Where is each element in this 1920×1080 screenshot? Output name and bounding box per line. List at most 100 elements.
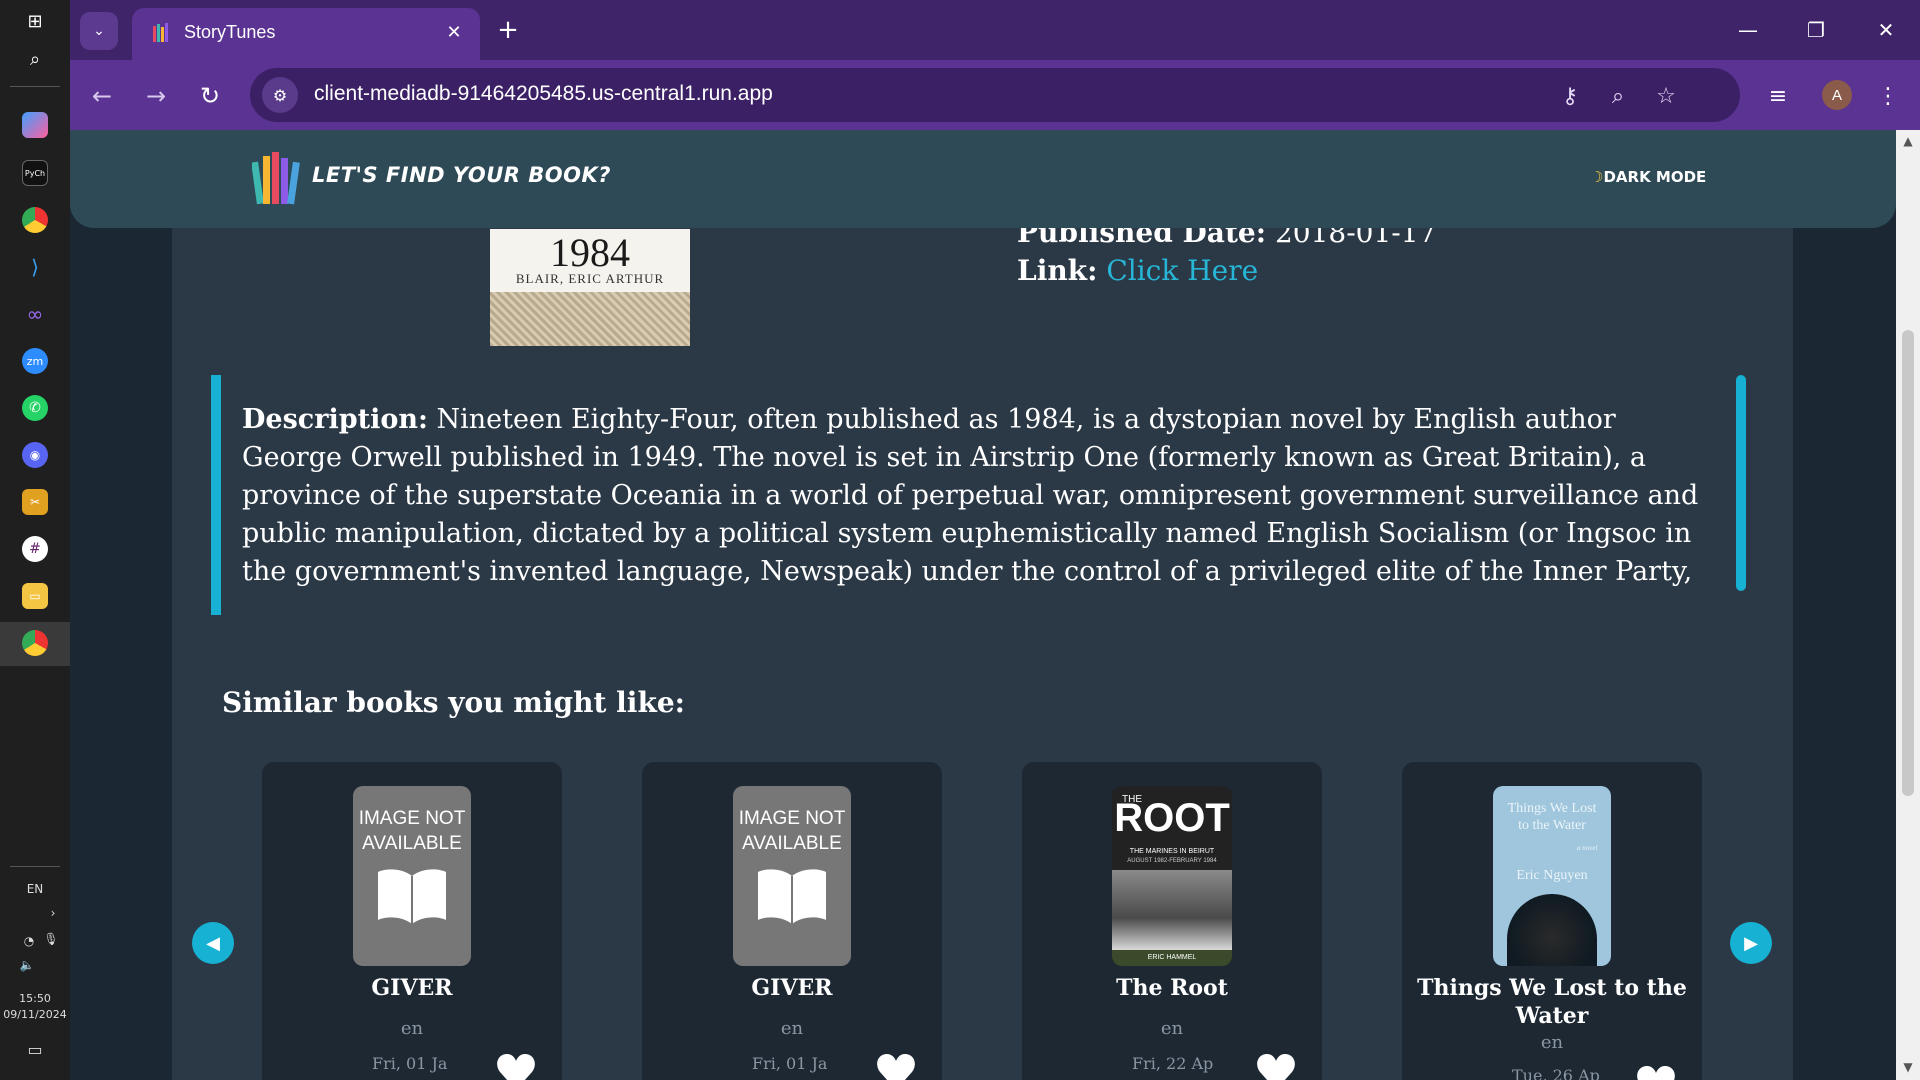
chrome-icon[interactable]	[22, 207, 48, 233]
close-tab-icon[interactable]: ✕	[440, 18, 468, 46]
open-book-icon	[758, 869, 826, 924]
address-bar[interactable]: ⚙ client-mediadb-91464205485.us-central1…	[250, 68, 1740, 122]
book-title: GIVER	[371, 975, 453, 1001]
back-arrow-icon[interactable]: ←	[84, 78, 120, 114]
moon-icon: ☽	[1590, 168, 1604, 186]
cover-title: 1984	[550, 230, 630, 275]
clock-date[interactable]: 09/11/2024	[0, 1008, 70, 1021]
similar-book-card[interactable]: THE ROOT THE MARINES IN BEIRUT AUGUST 19…	[1022, 762, 1322, 1080]
heart-icon[interactable]	[874, 1050, 918, 1080]
description-text: Description: Nineteen Eighty-Four, often…	[242, 401, 1702, 597]
menu-kebab-icon[interactable]: ⋮	[1870, 78, 1906, 114]
close-window-icon[interactable]: ✕	[1866, 14, 1906, 46]
carousel-next-button[interactable]: ▶	[1730, 922, 1772, 964]
similar-book-card[interactable]: IMAGE NOT AVAILABLE GIVER en Fri, 01 Ja	[642, 762, 942, 1080]
book-date: Fri, 01 Ja	[372, 1054, 448, 1073]
heart-icon[interactable]	[1634, 1062, 1678, 1080]
volume-icon[interactable]: 🔈	[0, 958, 62, 972]
browser-chrome: ⌄ StoryTunes ✕ + — ❐ ✕ ← → ↻ ⚙ client-me…	[70, 0, 1920, 130]
page-viewport: 1984 BLAIR, ERIC ARTHUR Published Date: …	[70, 130, 1896, 1080]
cover-mark: a novel	[1577, 844, 1598, 852]
copilot-icon[interactable]	[22, 112, 48, 138]
book-date: Fri, 22 Ap	[1132, 1054, 1214, 1073]
taskbar-divider	[10, 86, 60, 87]
books-logo-icon[interactable]	[252, 148, 300, 208]
taskbar-divider	[10, 866, 60, 867]
slack-icon[interactable]: #	[22, 536, 48, 562]
book-title: The Root	[1116, 975, 1228, 1001]
zoom-icon[interactable]: ⌕	[1602, 80, 1634, 112]
cover-title: Things We Lost to the Water	[1507, 801, 1597, 833]
cover-author: BLAIR, ERIC ARTHUR	[515, 271, 665, 286]
image-not-available-text: IMAGE NOT AVAILABLE	[358, 808, 466, 854]
book-title: Things We Lost to the Water	[1417, 975, 1687, 1029]
site-title[interactable]: LET'S FIND YOUR BOOK?	[312, 163, 611, 187]
description-scrollbar[interactable]	[1736, 375, 1746, 591]
book-language: en	[1540, 1032, 1564, 1053]
discord-icon[interactable]: ◉	[22, 442, 48, 468]
book-cover-image: 1984 BLAIR, ERIC ARTHUR	[490, 229, 690, 346]
image-not-available: IMAGE NOT AVAILABLE	[353, 786, 471, 966]
minimize-icon[interactable]: —	[1728, 14, 1768, 46]
clock-time[interactable]: 15:50	[0, 992, 70, 1005]
click-here-link[interactable]: Click Here	[1106, 254, 1258, 287]
windows-start-icon[interactable]: ⊞	[22, 8, 48, 34]
book-date: Tue, 26 Ap	[1512, 1066, 1600, 1080]
carousel-prev-button[interactable]: ◀	[192, 922, 234, 964]
similar-book-card[interactable]: Things We Lost to the Water a novel Eric…	[1402, 762, 1702, 1080]
whatsapp-icon[interactable]: ✆	[22, 395, 48, 421]
tab-strip: ⌄ StoryTunes ✕ + — ❐ ✕	[70, 0, 1920, 60]
forward-arrow-icon[interactable]: →	[138, 78, 174, 114]
cover-subtitle: THE MARINES IN BEIRUT	[1129, 848, 1215, 855]
reload-icon[interactable]: ↻	[192, 78, 228, 114]
storytunes-favicon-icon	[153, 23, 168, 42]
similar-book-card[interactable]: IMAGE NOT AVAILABLE GIVER en Fri, 01 Ja	[262, 762, 562, 1080]
image-not-available-text: IMAGE NOT AVAILABLE	[738, 808, 846, 854]
book-language: en	[780, 1018, 804, 1039]
visual-studio-icon[interactable]: ∞	[22, 301, 48, 327]
book-language: en	[400, 1018, 424, 1039]
media-control-icon[interactable]: ≡	[1760, 78, 1796, 114]
pycharm-icon[interactable]: PyCh	[22, 160, 48, 186]
heart-icon[interactable]	[1254, 1050, 1298, 1080]
book-date: Fri, 01 Ja	[752, 1054, 828, 1073]
restore-icon[interactable]: ❐	[1796, 14, 1836, 46]
snip-tool-icon[interactable]: ✂	[22, 489, 48, 515]
scroll-up-icon[interactable]: ▲	[1900, 134, 1916, 150]
chrome-active-icon[interactable]	[22, 630, 48, 656]
heart-icon[interactable]	[494, 1050, 538, 1080]
cover-author: Eric Nguyen	[1516, 868, 1588, 883]
open-book-icon	[378, 869, 446, 924]
description-label: Description:	[242, 404, 428, 435]
bookmark-star-icon[interactable]: ☆	[1650, 80, 1682, 112]
site-settings-icon[interactable]: ⚙	[262, 77, 298, 113]
notification-icon[interactable]: ▭	[0, 1040, 70, 1059]
search-icon[interactable]: ⌕	[22, 46, 48, 72]
zoom-icon[interactable]: zm	[22, 348, 48, 374]
windows-taskbar: ⊞ ⌕ PyCh ⟩ ∞ zm ✆ ◉ ✂ # ▭ EN › ◔ 🎙 🔈 15:…	[0, 0, 70, 1080]
cover-root-title: ROOT	[1114, 796, 1230, 840]
file-explorer-icon[interactable]: ▭	[22, 583, 48, 609]
description-body: Nineteen Eighty-Four, often published as…	[242, 404, 1699, 597]
input-language[interactable]: EN	[0, 882, 70, 896]
book-language: en	[1160, 1018, 1184, 1039]
book-cover-image: Things We Lost to the Water a novel Eric…	[1493, 786, 1611, 966]
tab-search-dropdown-icon[interactable]: ⌄	[80, 12, 118, 50]
description-box[interactable]: Description: Nineteen Eighty-Four, often…	[211, 375, 1747, 615]
scrollbar-thumb[interactable]	[1902, 330, 1914, 796]
link-row: Link: Click Here	[1017, 254, 1258, 287]
url-text[interactable]: client-mediadb-91464205485.us-central1.r…	[314, 82, 773, 106]
active-tab[interactable]: StoryTunes ✕	[132, 8, 480, 60]
new-tab-icon[interactable]: +	[492, 14, 524, 46]
dark-mode-toggle[interactable]: ☽DARK MODE	[1590, 168, 1706, 186]
cover-dates: AUGUST 1982-FEBRUARY 1984	[1127, 858, 1217, 864]
password-key-icon[interactable]: ⚷	[1554, 80, 1586, 112]
vscode-icon[interactable]: ⟩	[22, 254, 48, 280]
dark-mode-label: DARK MODE	[1603, 168, 1707, 186]
cover-author: ERIC HAMMEL	[1112, 950, 1232, 966]
cover-face	[1507, 894, 1597, 966]
scroll-down-icon[interactable]: ▼	[1900, 1060, 1916, 1076]
page-scrollbar[interactable]: ▲ ▼	[1896, 130, 1920, 1080]
similar-books-heading: Similar books you might like:	[222, 686, 685, 719]
profile-avatar[interactable]: A	[1822, 80, 1852, 110]
